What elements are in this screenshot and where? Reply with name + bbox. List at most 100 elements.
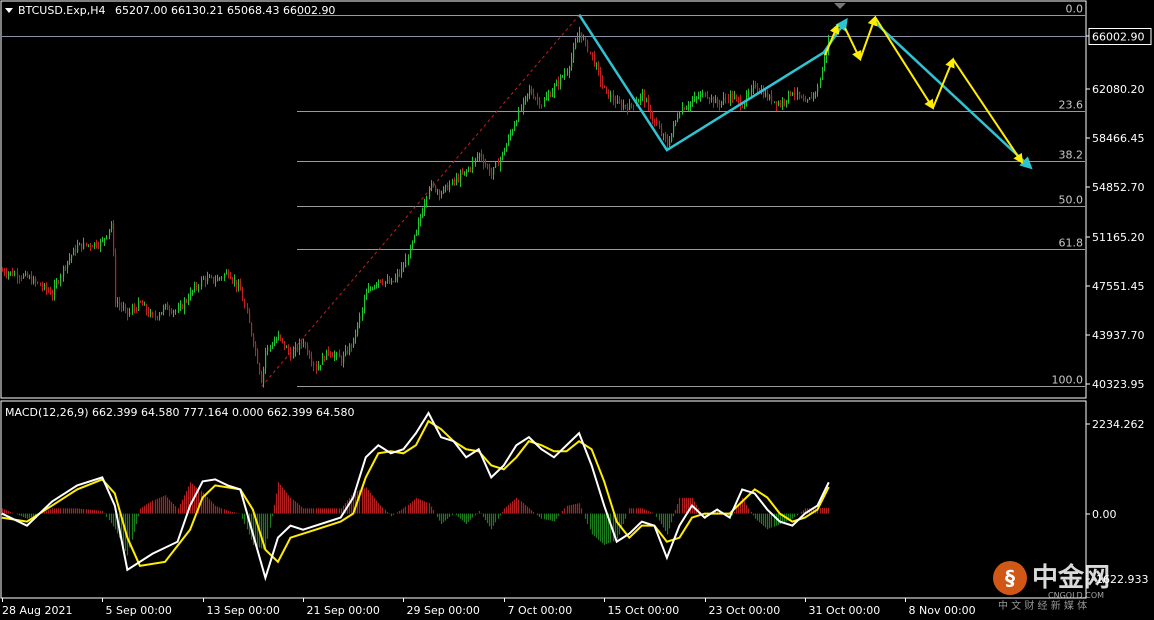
candle-body <box>207 277 209 282</box>
candle-body <box>403 267 405 269</box>
candle-body <box>119 302 121 306</box>
candle-body <box>705 92 707 97</box>
candle-body <box>744 102 746 108</box>
candle-body <box>493 167 495 175</box>
candle-body <box>253 334 255 345</box>
candle-body <box>410 246 412 259</box>
candle-body <box>389 279 391 284</box>
candle-body <box>192 290 194 292</box>
candle-body <box>587 40 589 52</box>
candle-body <box>498 162 500 166</box>
candle-body <box>677 117 679 121</box>
candle-body <box>778 102 780 106</box>
candle-body <box>29 276 31 278</box>
candle-body <box>347 350 349 353</box>
candle-body <box>700 94 702 98</box>
candle-body <box>577 38 579 43</box>
macd-label: MACD(12,26,9) 662.399 64.580 777.164 0.0… <box>5 406 354 419</box>
candle-body <box>627 106 629 110</box>
price-label-5: 47551.45 <box>1092 280 1145 293</box>
candle-body <box>527 93 529 97</box>
candle-body <box>604 85 606 88</box>
candle-body <box>309 353 311 358</box>
candle-body <box>742 106 744 108</box>
candle-body <box>23 275 25 278</box>
candle-body <box>320 364 322 367</box>
candle-body <box>784 100 786 103</box>
candle-body <box>650 106 652 117</box>
shift-marker-icon[interactable] <box>834 3 846 9</box>
candle-body <box>794 92 796 95</box>
price-label-3: 54852.70 <box>1092 181 1145 194</box>
candle-body <box>782 100 784 106</box>
candle-body <box>481 153 483 160</box>
candle-body <box>205 277 207 282</box>
candle-body <box>656 121 658 126</box>
candle-body <box>359 315 361 324</box>
candle-body <box>449 184 451 190</box>
candle-body <box>646 100 648 103</box>
candle-body <box>399 273 401 275</box>
candle-body <box>224 274 226 278</box>
candle-body <box>343 355 345 363</box>
candle-body <box>452 179 454 185</box>
candle-body <box>659 125 661 129</box>
candle-body <box>702 92 704 95</box>
candle-body <box>483 159 485 164</box>
candle-body <box>391 281 393 284</box>
candle-body <box>721 101 723 105</box>
candle-body <box>510 133 512 138</box>
candle-body <box>282 338 284 342</box>
candle-body <box>178 308 180 311</box>
candle-body <box>487 164 489 167</box>
candle-body <box>508 137 510 145</box>
candle-body <box>602 80 604 86</box>
candle-body <box>50 291 52 295</box>
candle-body <box>479 153 481 158</box>
candle-body <box>113 223 115 254</box>
time-label-8: 31 Oct 00:00 <box>809 604 881 617</box>
candle-body <box>594 55 596 66</box>
candle-body <box>196 285 198 288</box>
candle-body <box>533 93 535 98</box>
candle-body <box>234 280 236 282</box>
candle-body <box>640 95 642 101</box>
candle-body <box>537 98 539 100</box>
candle-body <box>203 277 205 280</box>
candle-body <box>180 305 182 309</box>
watermark-tagline: 中 文 财 经 新 媒 体 <box>998 599 1087 612</box>
candle-body <box>71 255 73 259</box>
candle-body <box>544 100 546 106</box>
candle-body <box>163 307 165 313</box>
candle-body <box>79 243 81 246</box>
price-label-7: 40323.95 <box>1092 378 1145 391</box>
candle-body <box>500 158 502 166</box>
candle-body <box>339 353 341 358</box>
candle-body <box>667 139 669 146</box>
macd-indicator: 2234.2620.00-1622.933 <box>1 411 1148 586</box>
collapse-triangle-icon[interactable] <box>5 8 13 13</box>
candle-body <box>219 277 221 279</box>
candle-body <box>286 347 288 349</box>
forecast-arrow-1 <box>844 27 862 62</box>
candle-body <box>129 311 131 315</box>
candle-body <box>790 91 792 95</box>
candle-body <box>491 173 493 175</box>
candle-body <box>439 190 441 195</box>
candle-body <box>134 308 136 310</box>
candle-body <box>475 158 477 162</box>
candle-body <box>531 89 533 94</box>
candle-body <box>598 64 600 71</box>
candle-body <box>83 242 85 249</box>
candle-body <box>10 271 12 273</box>
price-axis: 62080.20 58466.45 54852.70 51165.20 47551.45… <box>2 28 1152 391</box>
candle-body <box>813 92 815 99</box>
candle-body <box>690 102 692 107</box>
candle-body <box>757 87 759 90</box>
forecast-arrow-2 <box>859 15 878 60</box>
candle-body <box>40 283 42 286</box>
candle-body <box>788 91 790 101</box>
candle-body <box>244 300 246 307</box>
candle-body <box>567 72 569 74</box>
candle-body <box>387 279 389 282</box>
